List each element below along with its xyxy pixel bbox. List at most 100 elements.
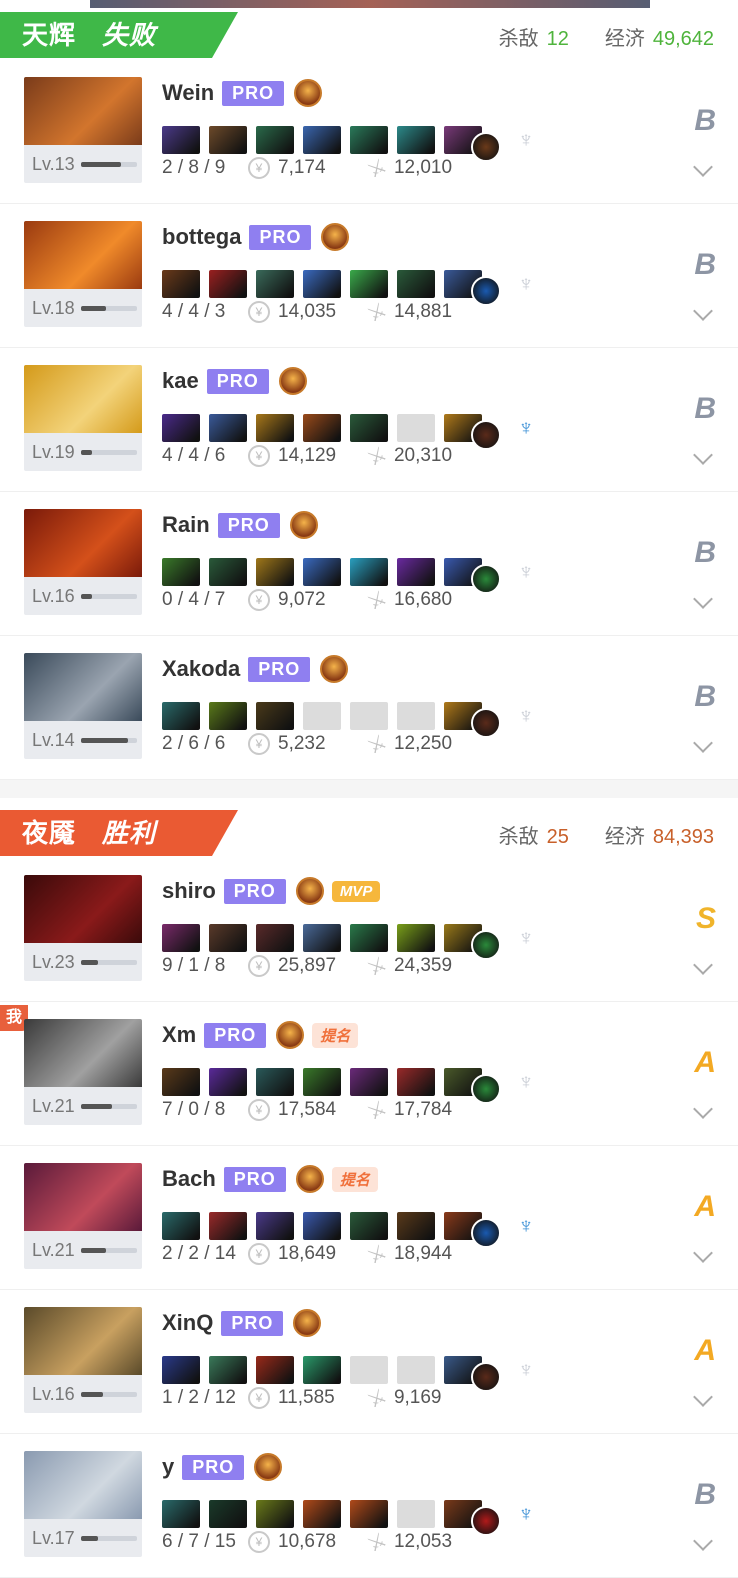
item-icon[interactable] [209,126,247,154]
item-icon[interactable] [350,1212,388,1240]
item-icon[interactable] [162,1212,200,1240]
item-icon[interactable] [397,1212,435,1240]
hero-avatar[interactable]: Lv.16 [24,1307,142,1413]
player-name[interactable]: y [162,1454,174,1480]
item-icon[interactable] [350,1500,388,1528]
item-icon[interactable] [350,414,388,442]
item-icon[interactable] [303,1212,341,1240]
item-icon[interactable] [350,1068,388,1096]
player-row[interactable]: 我 Lv.21 Xm PRO 提名 ♆ 7 / 0 / 8 ¥17,584 ⚔ 17,784 A [0,1002,738,1146]
item-icon[interactable] [397,126,435,154]
neutral-item-icon[interactable] [471,564,501,594]
item-icon[interactable] [303,924,341,952]
neutral-item-icon[interactable] [471,708,501,738]
item-icon[interactable] [256,924,294,952]
player-row[interactable]: Lv.16 XinQ PRO ♆ 1 / 2 / 12 ¥11,585 ⚔ 9,169 A [0,1290,738,1434]
item-icon[interactable] [350,270,388,298]
item-icon[interactable] [209,1068,247,1096]
player-row[interactable]: Lv.13 Wein PRO ♆ 2 / 8 / 9 ¥7,174 ⚔ 12,010 B [0,60,738,204]
neutral-item-icon[interactable] [471,1218,501,1248]
item-icon[interactable] [256,1500,294,1528]
item-icon[interactable] [256,702,294,730]
hero-avatar[interactable]: Lv.17 [24,1451,142,1557]
item-icon[interactable] [209,414,247,442]
item-icon[interactable] [350,126,388,154]
chevron-down-icon[interactable] [693,157,713,177]
player-row[interactable]: Lv.21 Bach PRO 提名 ♆ 2 / 2 / 14 ¥18,649 ⚔ 18,944 A [0,1146,738,1290]
player-row[interactable]: Lv.23 shiro PRO MVP ♆ 9 / 1 / 8 ¥25,897 ⚔ 24,359… [0,858,738,1002]
neutral-item-icon[interactable] [471,1362,501,1392]
item-icon[interactable] [209,702,247,730]
item-icon[interactable] [303,1356,341,1384]
chevron-down-icon[interactable] [693,733,713,753]
item-icon[interactable] [256,1068,294,1096]
item-icon[interactable] [209,1500,247,1528]
hero-avatar[interactable]: Lv.23 [24,875,142,981]
chevron-down-icon[interactable] [693,1531,713,1551]
player-name[interactable]: bottega [162,224,241,250]
player-name[interactable]: shiro [162,878,216,904]
item-icon[interactable] [303,1500,341,1528]
item-icon[interactable] [397,924,435,952]
item-icon[interactable] [303,126,341,154]
item-icon[interactable] [162,126,200,154]
player-name[interactable]: Bach [162,1166,216,1192]
player-name[interactable]: Wein [162,80,214,106]
item-icon[interactable] [162,1356,200,1384]
player-row[interactable]: Lv.14 Xakoda PRO ♆ 2 / 6 / 6 ¥5,232 ⚔ 12,250 B [0,636,738,780]
neutral-item-icon[interactable] [471,930,501,960]
player-name[interactable]: Xm [162,1022,196,1048]
item-icon[interactable] [256,558,294,586]
player-row[interactable]: Lv.19 kae PRO ♆ 4 / 4 / 6 ¥14,129 ⚔ 20,310 B [0,348,738,492]
item-icon[interactable] [209,558,247,586]
neutral-item-icon[interactable] [471,1506,501,1536]
item-icon[interactable] [256,414,294,442]
hero-avatar[interactable]: Lv.13 [24,77,142,183]
hero-avatar[interactable]: Lv.14 [24,653,142,759]
chevron-down-icon[interactable] [693,1243,713,1263]
hero-avatar[interactable]: Lv.16 [24,509,142,615]
item-icon[interactable] [350,558,388,586]
player-row[interactable]: Lv.16 Rain PRO ♆ 0 / 4 / 7 ¥9,072 ⚔ 16,680 B [0,492,738,636]
hero-avatar[interactable]: Lv.18 [24,221,142,327]
chevron-down-icon[interactable] [693,1387,713,1407]
chevron-down-icon[interactable] [693,589,713,609]
item-icon[interactable] [162,924,200,952]
item-icon[interactable] [350,924,388,952]
item-icon[interactable] [209,1212,247,1240]
item-icon[interactable] [209,270,247,298]
item-icon[interactable] [162,414,200,442]
player-name[interactable]: Xakoda [162,656,240,682]
chevron-down-icon[interactable] [693,301,713,321]
chevron-down-icon[interactable] [693,955,713,975]
item-icon[interactable] [162,1500,200,1528]
hero-avatar[interactable]: Lv.21 [24,1163,142,1269]
neutral-item-icon[interactable] [471,420,501,450]
item-icon[interactable] [256,1212,294,1240]
player-row[interactable]: Lv.18 bottega PRO ♆ 4 / 4 / 3 ¥14,035 ⚔ 14,881 B [0,204,738,348]
player-name[interactable]: Rain [162,512,210,538]
chevron-down-icon[interactable] [693,1099,713,1119]
item-icon[interactable] [256,126,294,154]
player-row[interactable]: Lv.17 y PRO ♆ 6 / 7 / 15 ¥10,678 ⚔ 12,053 B [0,1434,738,1578]
neutral-item-icon[interactable] [471,132,501,162]
item-icon[interactable] [256,270,294,298]
item-icon[interactable] [303,414,341,442]
hero-avatar[interactable]: Lv.19 [24,365,142,471]
item-icon[interactable] [162,702,200,730]
item-icon[interactable] [256,1356,294,1384]
neutral-item-icon[interactable] [471,276,501,306]
item-icon[interactable] [209,924,247,952]
item-icon[interactable] [303,1068,341,1096]
player-name[interactable]: XinQ [162,1310,213,1336]
item-icon[interactable] [162,558,200,586]
item-icon[interactable] [162,270,200,298]
item-icon[interactable] [209,1356,247,1384]
item-icon[interactable] [303,558,341,586]
item-icon[interactable] [162,1068,200,1096]
player-name[interactable]: kae [162,368,199,394]
neutral-item-icon[interactable] [471,1074,501,1104]
item-icon[interactable] [397,1068,435,1096]
hero-avatar[interactable]: Lv.21 [24,1019,142,1125]
item-icon[interactable] [397,558,435,586]
